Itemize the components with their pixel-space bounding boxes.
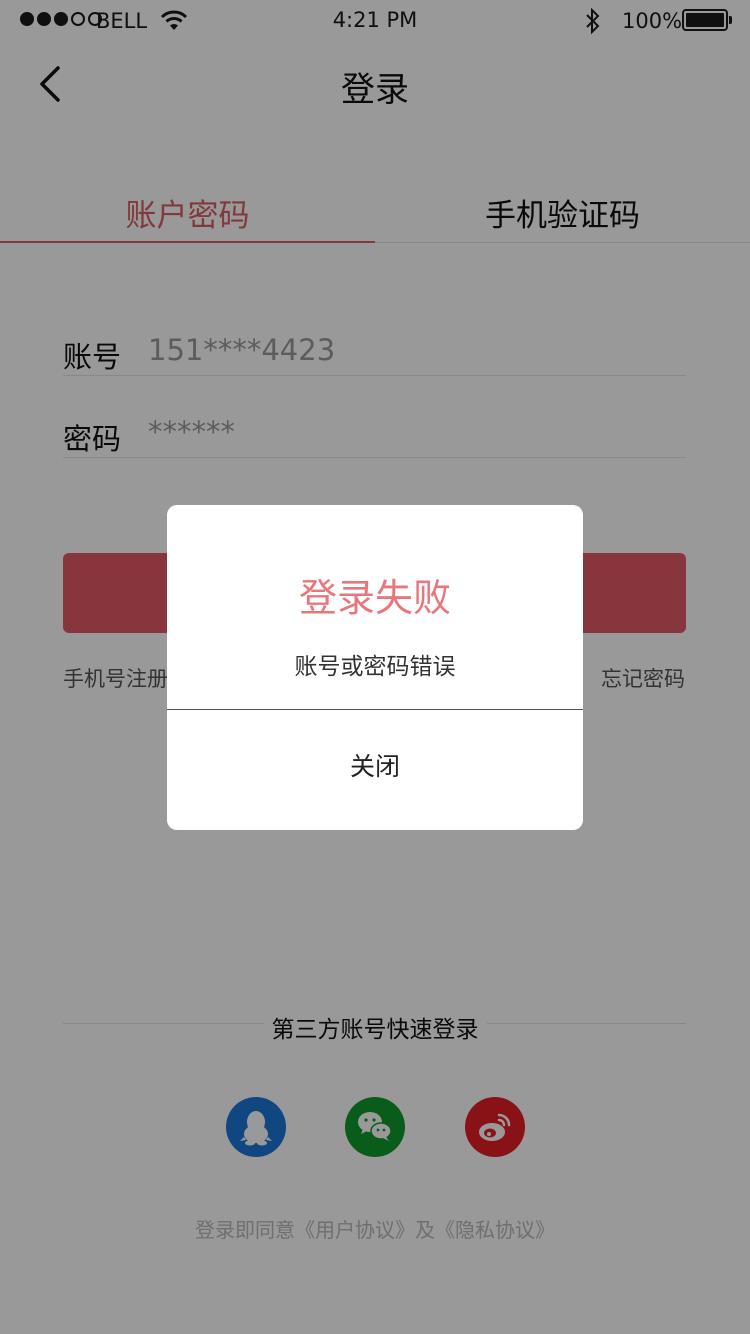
dialog-title: 登录失败: [298, 576, 451, 620]
login-screen: BELL 4:21 PM 100% 登录 账户密码 手机验证码 账号 151**…: [0, 0, 750, 1334]
login-failed-dialog: 登录失败 账号或密码错误 关闭: [167, 505, 583, 830]
close-button[interactable]: 关闭: [167, 710, 583, 830]
dialog-message: 账号或密码错误: [294, 654, 456, 680]
